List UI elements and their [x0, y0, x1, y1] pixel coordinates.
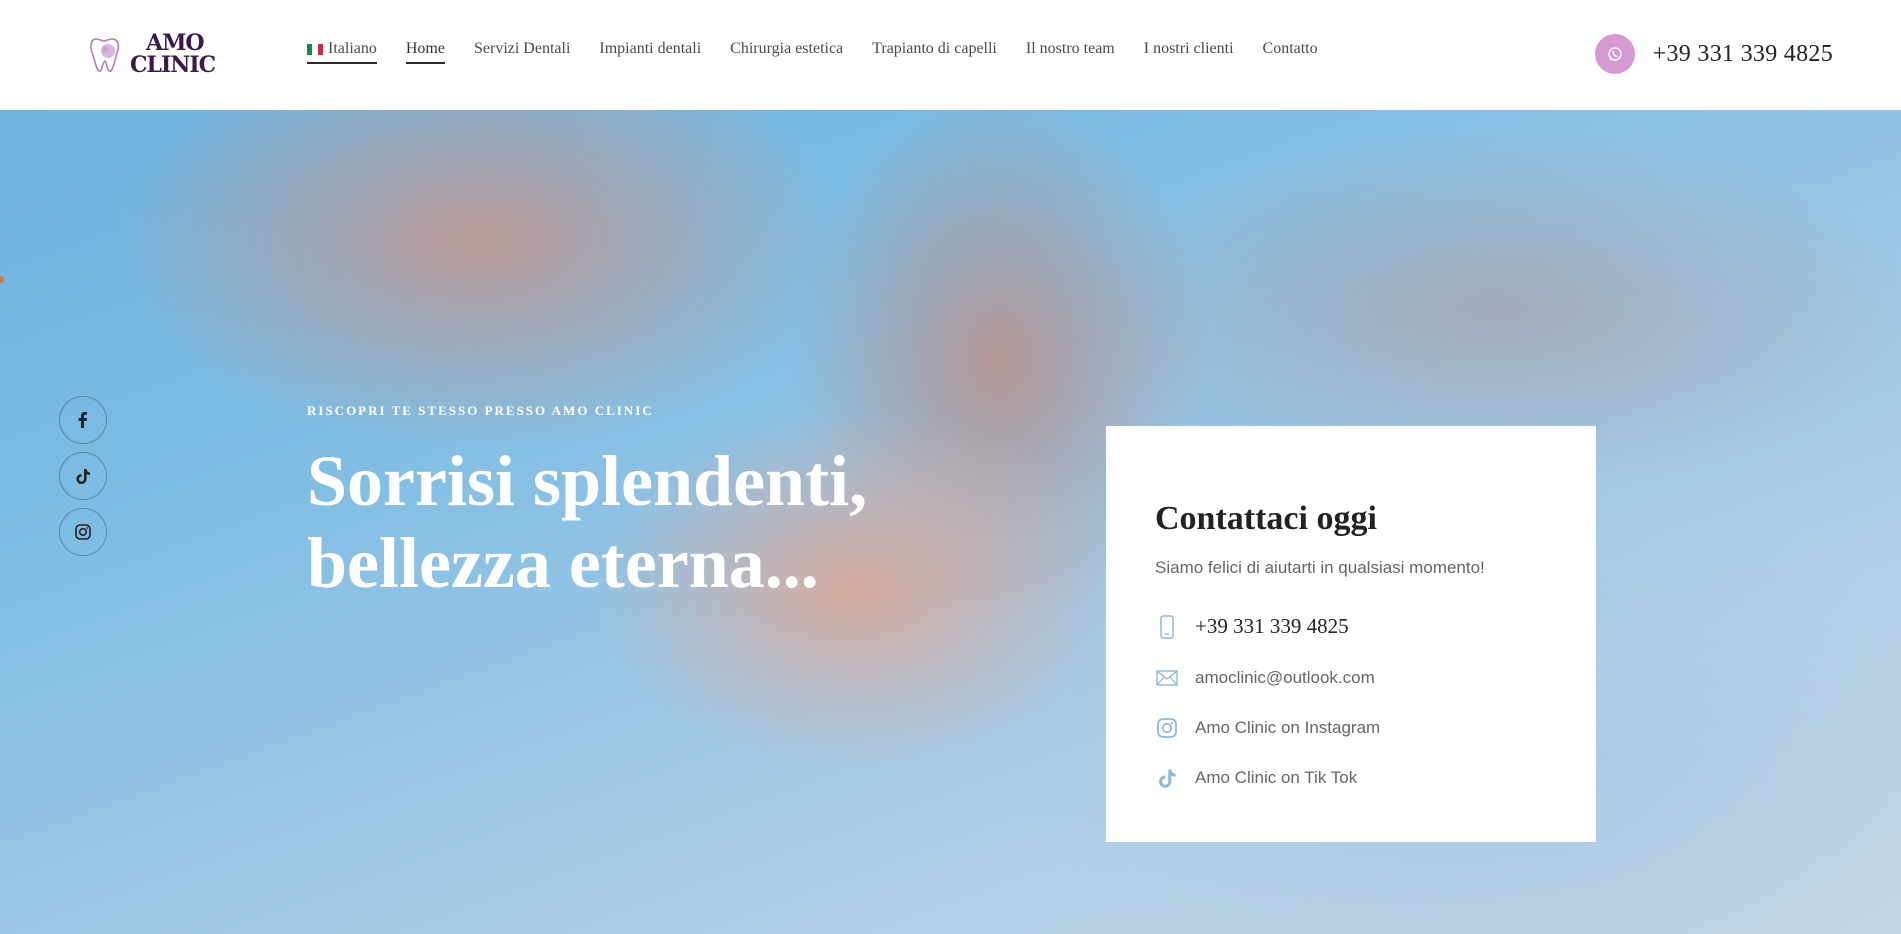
- slider-indicator-dot[interactable]: [0, 276, 4, 283]
- mobile-phone-icon: [1155, 614, 1179, 639]
- header-phone-number: +39 331 339 4825: [1652, 40, 1833, 67]
- language-label: Italiano: [328, 40, 377, 57]
- header-phone[interactable]: +39 331 339 4825: [1594, 34, 1833, 74]
- hero-title-line-1: Sorrisi splendenti,: [307, 441, 868, 521]
- logo-line-amo: AMO: [146, 30, 205, 56]
- facebook-icon: [78, 412, 87, 428]
- contact-card-title: Contattaci oggi: [1155, 500, 1377, 537]
- italy-flag-icon: [307, 43, 323, 55]
- whatsapp-icon[interactable]: [1594, 34, 1635, 74]
- contact-card: Contattaci oggi Siamo felici di aiutarti…: [1106, 426, 1596, 842]
- instagram-button[interactable]: [59, 508, 107, 556]
- hero-section: RISCOPRI TE STESSO PRESSO AMO CLINIC Sor…: [0, 110, 1901, 934]
- nav-home[interactable]: Home: [405, 40, 445, 64]
- contact-tiktok[interactable]: Amo Clinic on Tik Tok: [1195, 768, 1357, 788]
- contact-email-row[interactable]: amoclinic@outlook.com: [1155, 666, 1375, 690]
- facebook-button[interactable]: [59, 396, 107, 444]
- hero-title-line-2: bellezza eterna...: [307, 523, 819, 603]
- language-switcher[interactable]: Italiano: [307, 40, 377, 64]
- contact-instagram-row[interactable]: Amo Clinic on Instagram: [1155, 716, 1380, 740]
- nav-impianti-dentali[interactable]: Impianti dentali: [599, 40, 701, 62]
- nav-chirurgia-estetica[interactable]: Chirurgia estetica: [730, 40, 843, 62]
- nav-trapianto-capelli[interactable]: Trapianto di capelli: [872, 40, 997, 62]
- tiktok-button[interactable]: [59, 452, 107, 500]
- contact-phone[interactable]: +39 331 339 4825: [1195, 614, 1349, 639]
- tooth-logo-icon: [90, 38, 120, 73]
- nav-nostri-clienti[interactable]: I nostri clienti: [1144, 40, 1234, 62]
- logo-line-clinic: CLINIC: [130, 52, 216, 78]
- instagram-icon: [75, 524, 91, 540]
- contact-card-subtitle: Siamo felici di aiutarti in qualsiasi mo…: [1155, 558, 1485, 577]
- hero-title: Sorrisi splendenti, bellezza eterna...: [307, 440, 927, 604]
- envelope-icon: [1155, 666, 1179, 690]
- contact-instagram[interactable]: Amo Clinic on Instagram: [1195, 718, 1380, 738]
- site-header: AMO CLINIC Italiano Home Servizi Dentali…: [0, 0, 1901, 110]
- instagram-icon: [1155, 716, 1179, 740]
- amo-clinic-logo[interactable]: AMO CLINIC: [88, 30, 223, 78]
- hero-kicker: RISCOPRI TE STESSO PRESSO AMO CLINIC: [307, 403, 654, 418]
- tiktok-icon: [76, 469, 90, 484]
- main-nav: Italiano Home Servizi Dentali Impianti d…: [307, 40, 1347, 70]
- contact-phone-row[interactable]: +39 331 339 4825: [1155, 614, 1349, 639]
- contact-email[interactable]: amoclinic@outlook.com: [1195, 668, 1375, 688]
- nav-nostro-team[interactable]: Il nostro team: [1026, 40, 1115, 62]
- tiktok-icon: [1155, 766, 1179, 790]
- nav-servizi-dentali[interactable]: Servizi Dentali: [474, 40, 570, 62]
- contact-tiktok-row[interactable]: Amo Clinic on Tik Tok: [1155, 766, 1357, 790]
- nav-contatto[interactable]: Contatto: [1263, 40, 1318, 62]
- logo-wordmark: AMO CLINIC: [130, 30, 216, 78]
